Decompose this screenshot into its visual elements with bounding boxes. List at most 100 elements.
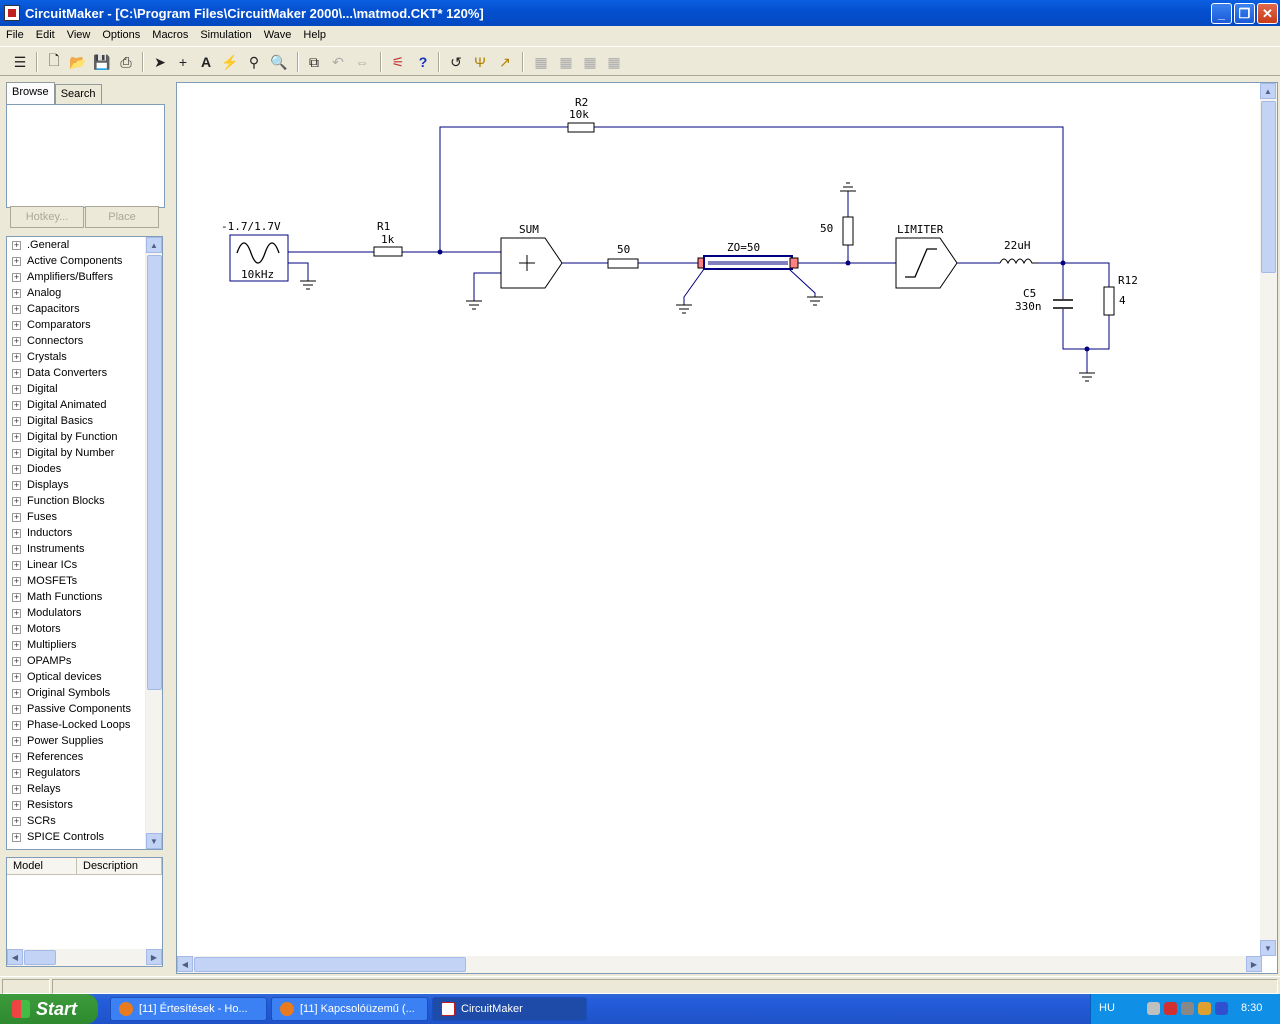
resistor-shunt-50[interactable]: [842, 216, 854, 246]
app-icon[interactable]: [4, 5, 20, 21]
security-icon[interactable]: [1181, 1002, 1194, 1015]
canvas-hscrollbar[interactable]: ◀ ▶: [177, 956, 1262, 973]
tree-item[interactable]: + Amplifiers/Buffers: [7, 269, 162, 285]
expand-icon[interactable]: +: [12, 496, 21, 506]
place-button[interactable]: Place: [85, 206, 159, 228]
zoom-window-icon[interactable]: ⧉: [303, 51, 325, 73]
task-button-circuitmaker[interactable]: CircuitMaker: [432, 997, 587, 1021]
rotate-icon[interactable]: ↶: [327, 51, 349, 73]
expand-icon[interactable]: +: [12, 368, 21, 378]
expand-icon[interactable]: +: [12, 544, 21, 554]
digital-sim-icon[interactable]: ⚟: [387, 51, 409, 73]
tree-item[interactable]: + Phase-Locked Loops: [7, 717, 162, 733]
tree-item[interactable]: + Fuses: [7, 509, 162, 525]
menu-edit[interactable]: Edit: [30, 29, 61, 41]
menu-simulation[interactable]: Simulation: [194, 29, 257, 41]
expand-icon[interactable]: +: [12, 752, 21, 762]
tree-item[interactable]: + Math Functions: [7, 589, 162, 605]
probe-lightning-icon[interactable]: ⚡: [219, 51, 241, 73]
inductor[interactable]: [999, 258, 1038, 265]
expand-icon[interactable]: +: [12, 768, 21, 778]
tree-item[interactable]: + Linear ICs: [7, 557, 162, 573]
magnifier-icon[interactable]: 🔍: [268, 51, 290, 73]
grid-2-icon[interactable]: ▦: [555, 51, 577, 73]
schematic-drawing[interactable]: -1.7/1.7V 10kHz R1 1k R2 10k SUM 50 ZO=5…: [177, 83, 1262, 956]
wire-cross-icon[interactable]: +: [172, 51, 194, 73]
expand-icon[interactable]: +: [12, 304, 21, 314]
mirror-icon[interactable]: ⇔: [351, 51, 373, 73]
tree-item[interactable]: + Connectors: [7, 333, 162, 349]
grid-3-icon[interactable]: ▦: [579, 51, 601, 73]
expand-icon[interactable]: +: [12, 656, 21, 666]
menu-file[interactable]: File: [0, 29, 30, 41]
print-icon[interactable]: ⎙: [115, 51, 137, 73]
expand-icon[interactable]: +: [12, 672, 21, 682]
expand-icon[interactable]: +: [12, 240, 21, 250]
tree-item[interactable]: + Inductors: [7, 525, 162, 541]
expand-icon[interactable]: +: [12, 400, 21, 410]
resistor-r2[interactable]: [567, 122, 595, 133]
scroll-up-icon[interactable]: ▲: [1260, 83, 1276, 99]
menu-macros[interactable]: Macros: [146, 29, 194, 41]
tree-item[interactable]: + Digital by Number: [7, 445, 162, 461]
grid-1-icon[interactable]: ▦: [530, 51, 552, 73]
expand-icon[interactable]: +: [12, 336, 21, 346]
clock[interactable]: 8:30: [1241, 1002, 1262, 1014]
minimize-button[interactable]: _: [1211, 3, 1232, 24]
model-hscrollbar[interactable]: ◀ ▶: [7, 949, 162, 966]
tree-item[interactable]: + Modulators: [7, 605, 162, 621]
tree-item[interactable]: + Function Blocks: [7, 493, 162, 509]
column-description[interactable]: Description: [77, 858, 162, 875]
bluetooth-icon[interactable]: [1215, 1002, 1228, 1015]
hotkey-button[interactable]: Hotkey...: [10, 206, 84, 228]
zoom-probe-icon[interactable]: ⚲: [243, 51, 265, 73]
menu-toggle-icon[interactable]: ☰: [9, 51, 31, 73]
scroll-thumb[interactable]: [24, 950, 56, 965]
expand-icon[interactable]: +: [12, 736, 21, 746]
antivirus-icon[interactable]: [1164, 1002, 1177, 1015]
run-icon[interactable]: Ψ: [469, 51, 491, 73]
scroll-left-icon[interactable]: ◀: [177, 956, 193, 972]
tab-browse[interactable]: Browse: [6, 82, 55, 104]
expand-icon[interactable]: +: [12, 640, 21, 650]
expand-icon[interactable]: +: [12, 512, 21, 522]
undo-icon[interactable]: ↺: [445, 51, 467, 73]
tree-item[interactable]: + SCRs: [7, 813, 162, 829]
tree-item[interactable]: + Power Supplies: [7, 733, 162, 749]
tree-item[interactable]: + Resistors: [7, 797, 162, 813]
scroll-left-icon[interactable]: ◀: [7, 949, 23, 965]
tree-item[interactable]: + Digital: [7, 381, 162, 397]
sum-block[interactable]: [500, 237, 563, 289]
column-model[interactable]: Model: [7, 858, 77, 875]
tree-item[interactable]: + OPAMPs: [7, 653, 162, 669]
scroll-thumb[interactable]: [147, 255, 162, 690]
expand-icon[interactable]: +: [12, 608, 21, 618]
tab-search[interactable]: Search: [54, 84, 102, 104]
scroll-thumb[interactable]: [194, 957, 466, 972]
scroll-down-icon[interactable]: ▼: [1260, 940, 1276, 956]
tree-item[interactable]: + Motors: [7, 621, 162, 637]
resistor-r12[interactable]: [1103, 286, 1115, 316]
tree-item[interactable]: + Regulators: [7, 765, 162, 781]
limiter-block[interactable]: [895, 237, 958, 289]
expand-icon[interactable]: +: [12, 528, 21, 538]
tree-item[interactable]: + Displays: [7, 477, 162, 493]
expand-icon[interactable]: +: [12, 432, 21, 442]
expand-icon[interactable]: +: [12, 576, 21, 586]
tree-item[interactable]: + Digital Animated: [7, 397, 162, 413]
expand-icon[interactable]: +: [12, 320, 21, 330]
tree-item[interactable]: + SPICE Controls: [7, 829, 162, 845]
scroll-thumb[interactable]: [1261, 101, 1276, 273]
resistor-r1[interactable]: [373, 246, 403, 257]
expand-icon[interactable]: +: [12, 480, 21, 490]
trace-icon[interactable]: ↗: [494, 51, 516, 73]
menu-view[interactable]: View: [61, 29, 97, 41]
menu-help[interactable]: Help: [297, 29, 332, 41]
tree-item[interactable]: + Relays: [7, 781, 162, 797]
expand-icon[interactable]: +: [12, 832, 21, 842]
expand-icon[interactable]: +: [12, 384, 21, 394]
tree-item[interactable]: + Data Converters: [7, 365, 162, 381]
tree-item[interactable]: + Comparators: [7, 317, 162, 333]
language-indicator[interactable]: HU: [1099, 1002, 1115, 1014]
tree-item[interactable]: + Analog: [7, 285, 162, 301]
